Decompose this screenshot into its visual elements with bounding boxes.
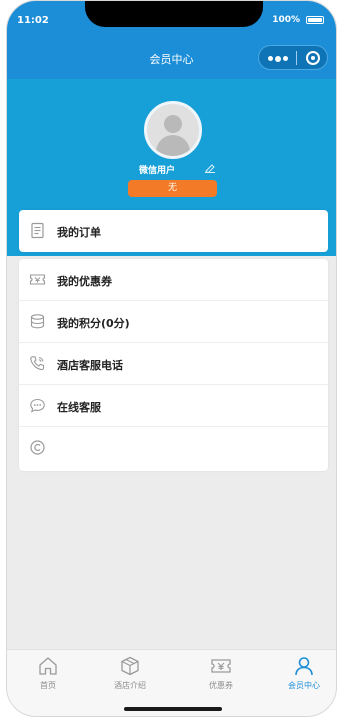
box-icon — [121, 656, 139, 676]
menu-item-hotel-phone[interactable]: 酒店客服电话 — [19, 343, 328, 385]
tab-label: 优惠券 — [209, 681, 233, 690]
tab-label: 首页 — [40, 681, 56, 690]
capsule-divider — [296, 51, 297, 65]
tab-coupons[interactable]: 优惠券 — [180, 650, 262, 696]
menu-item-points[interactable]: 我的积分(0分) — [19, 301, 328, 343]
menu-item-coupons[interactable]: 我的优惠券 — [19, 259, 328, 301]
orders-card[interactable]: 我的订单 — [19, 210, 328, 252]
coins-stack-icon — [30, 314, 45, 329]
bottom-tab-bar: 首页 酒店介绍 优惠券 会员中心 — [7, 649, 336, 716]
home-icon — [39, 657, 57, 675]
username: 微信用户 — [139, 166, 176, 176]
coupon-icon — [29, 274, 46, 285]
menu-item-label: 在线客服 — [57, 401, 101, 414]
document-icon — [31, 222, 44, 239]
tab-label: 酒店介绍 — [114, 681, 146, 690]
battery-icon — [306, 16, 324, 24]
menu-item-orders[interactable]: 我的订单 — [19, 210, 328, 252]
home-indicator — [124, 707, 222, 711]
chat-icon — [30, 398, 45, 413]
phone-frame: 11:02 100% 会员中心 微信用户 无 我的订单 我的优惠券 我的积分(0… — [6, 0, 337, 717]
menu-item-label: 我的订单 — [57, 226, 101, 239]
person-icon — [295, 657, 313, 676]
miniprogram-capsule — [258, 45, 328, 70]
more-dots-icon[interactable] — [268, 55, 288, 62]
menu-list-card: 我的优惠券 我的积分(0分) 酒店客服电话 在线客服 — [19, 259, 328, 471]
tab-label: 会员中心 — [288, 681, 320, 690]
menu-item-label: 我的积分(0分) — [57, 317, 130, 330]
notch — [85, 1, 263, 27]
status-bar: 11:02 100% — [7, 1, 336, 37]
user-avatar-icon[interactable] — [144, 101, 202, 159]
battery-percentage: 100% — [272, 15, 300, 25]
copyright-icon — [30, 440, 45, 455]
tab-home[interactable]: 首页 — [7, 650, 89, 696]
phone-icon — [30, 356, 45, 371]
coupon-icon — [211, 659, 231, 673]
status-time: 11:02 — [17, 15, 49, 26]
member-level-badge: 无 — [128, 180, 217, 197]
menu-item-label: 酒店客服电话 — [57, 359, 123, 372]
menu-item-copyright[interactable] — [19, 427, 328, 471]
menu-item-online-service[interactable]: 在线客服 — [19, 385, 328, 427]
navigation-bar: 会员中心 — [7, 37, 336, 79]
tab-hotel-intro[interactable]: 酒店介绍 — [89, 650, 171, 696]
menu-item-label: 我的优惠券 — [57, 275, 112, 288]
pencil-icon[interactable] — [204, 164, 216, 173]
tab-member-center[interactable]: 会员中心 — [263, 650, 336, 696]
close-target-icon[interactable] — [306, 51, 320, 65]
